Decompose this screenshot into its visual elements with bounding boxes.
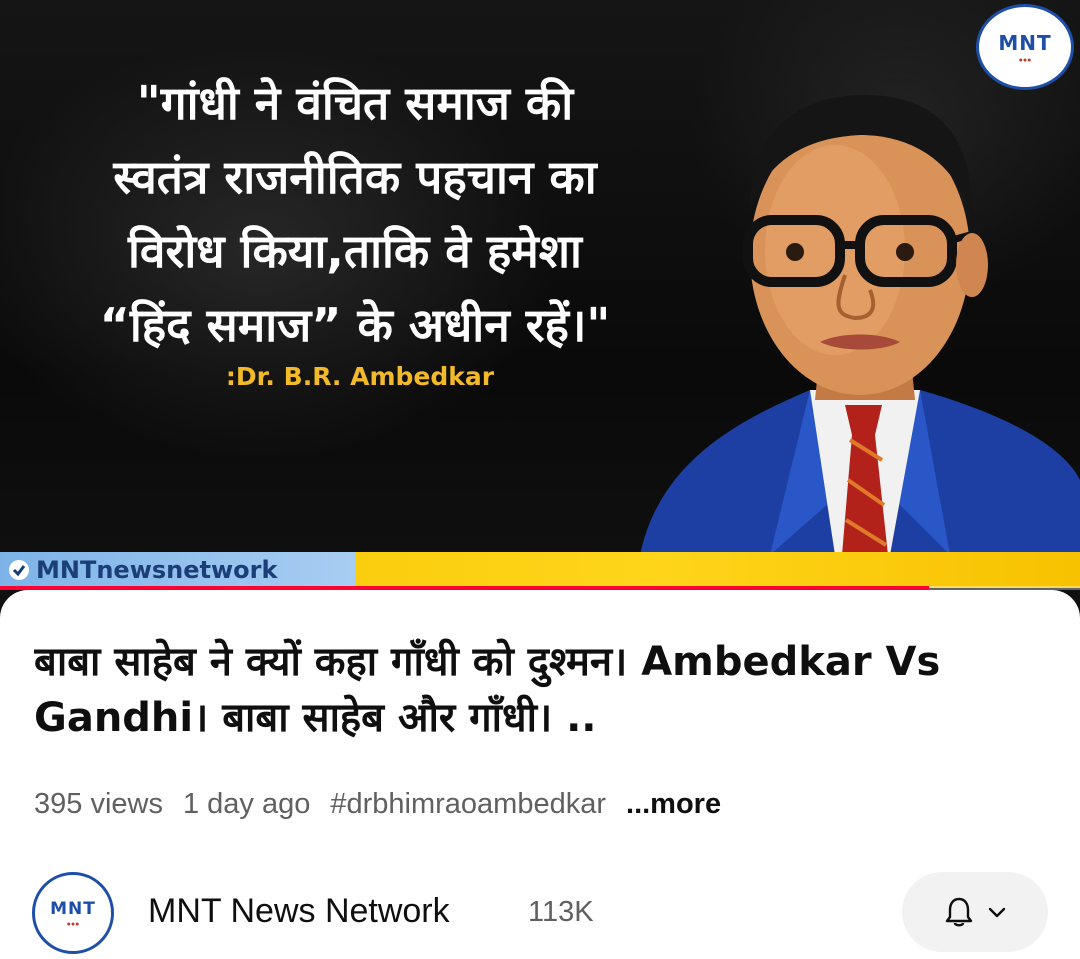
channel-row: MNT ●●● MNT News Network 113K bbox=[0, 860, 1080, 954]
more-button[interactable]: ...more bbox=[626, 788, 721, 821]
quote-line: स्वतंत्र राजनीतिक पहचान का bbox=[113, 150, 597, 204]
avatar-subtext: ●●● bbox=[66, 920, 80, 928]
video-info-panel: बाबा साहेब ने क्यों कहा गाँधी को दुश्मन।… bbox=[0, 590, 1080, 959]
quote-line: "गांधी ने वंचित समाज की bbox=[136, 76, 574, 130]
video-title[interactable]: बाबा साहेब ने क्यों कहा गाँधी को दुश्मन।… bbox=[34, 634, 1054, 746]
ticker-handle: MNTnewsnetwork bbox=[0, 552, 356, 588]
quote-line: विरोध किया,ताकि वे हमेशा bbox=[128, 224, 582, 278]
bell-icon bbox=[945, 897, 973, 927]
video-meta[interactable]: 395 views 1 day ago #drbhimraoambedkar .… bbox=[34, 788, 721, 821]
upload-age: 1 day ago bbox=[182, 788, 311, 820]
channel-avatar[interactable]: MNT ●●● bbox=[32, 872, 114, 954]
portrait-image bbox=[640, 95, 1080, 555]
subscriber-count: 113K bbox=[528, 896, 594, 928]
logo-subtext: ●●● bbox=[1018, 56, 1032, 64]
hashtag-link[interactable]: #drbhimraoambedkar bbox=[330, 788, 606, 821]
ticker-handle-text: MNTnewsnetwork bbox=[36, 556, 278, 584]
channel-logo-watermark: MNT ●●● bbox=[976, 4, 1074, 90]
quote-line: “हिंद समाज” के अधीन रहें।" bbox=[99, 298, 611, 352]
view-count: 395 views bbox=[34, 788, 163, 820]
video-player[interactable]: "गांधी ने वंचित समाज की स्वतंत्र राजनीति… bbox=[0, 0, 1080, 620]
thumbnail-quote: "गांधी ने वंचित समाज की स्वतंत्र राजनीति… bbox=[30, 66, 680, 362]
social-handle-icon bbox=[9, 560, 29, 580]
avatar-text: MNT bbox=[50, 898, 96, 919]
logo-text: MNT bbox=[998, 30, 1052, 55]
quote-author: :Dr. B.R. Ambedkar bbox=[225, 362, 495, 391]
subscribed-notifications-button[interactable] bbox=[902, 872, 1048, 952]
ticker-bar: MNTnewsnetwork bbox=[0, 552, 1080, 588]
chevron-down-icon bbox=[988, 907, 1006, 918]
channel-name[interactable]: MNT News Network bbox=[148, 892, 450, 931]
